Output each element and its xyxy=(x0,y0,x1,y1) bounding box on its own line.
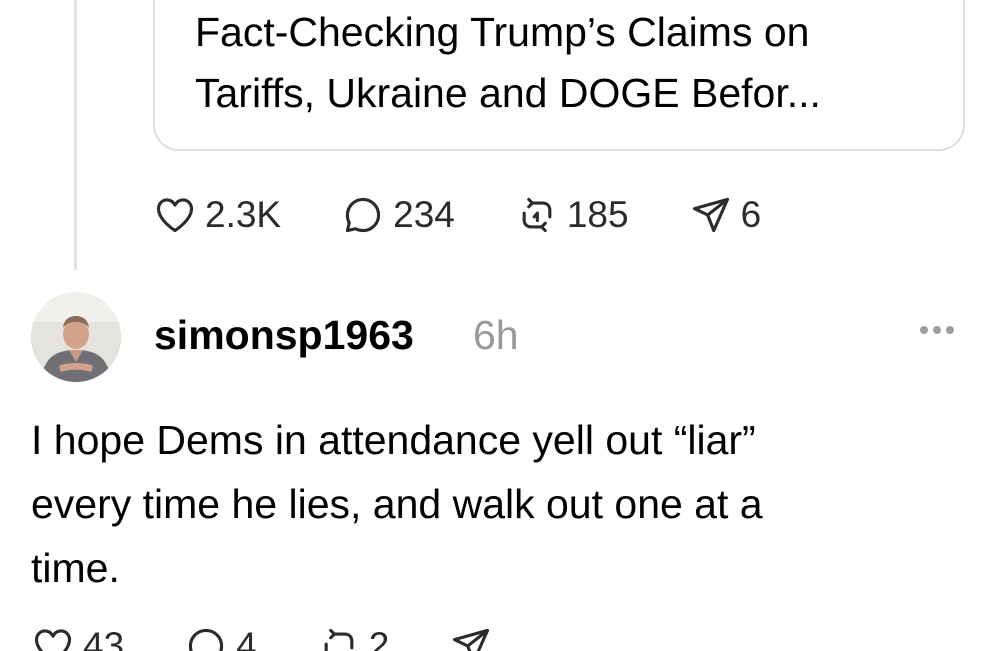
reply-button[interactable]: 4 xyxy=(184,624,257,651)
link-preview-card[interactable]: Fact-Checking Trump’s Claims on Tariffs,… xyxy=(153,0,965,151)
dot xyxy=(933,326,941,334)
post-actions: 2.3K 234 185 6 xyxy=(153,193,761,237)
ellipsis-icon[interactable] xyxy=(920,326,954,334)
username[interactable]: simonsp1963 xyxy=(154,312,414,359)
dot xyxy=(946,326,954,334)
like-count: 2.3K xyxy=(205,194,282,235)
link-preview-title: Fact-Checking Trump’s Claims on Tariffs,… xyxy=(195,2,955,124)
like-count: 43 xyxy=(83,625,125,651)
avatar-photo xyxy=(31,292,121,382)
reply-count: 234 xyxy=(393,194,455,235)
link-title-line: Tariffs, Ukraine and DOGE Befor... xyxy=(195,70,821,116)
avatar[interactable] xyxy=(31,292,121,382)
like-button[interactable]: 2.3K xyxy=(153,193,281,237)
dot xyxy=(920,326,928,334)
comment-icon xyxy=(345,197,381,233)
repost-button[interactable]: 2 xyxy=(317,624,390,651)
reply-count: 4 xyxy=(236,625,257,651)
send-icon xyxy=(692,197,729,233)
thread-connector-line xyxy=(74,0,77,270)
thread-view: Fact-Checking Trump’s Claims on Tariffs,… xyxy=(0,0,1000,651)
post-text-line: I hope Dems in attendance yell out “liar… xyxy=(31,417,756,463)
like-button[interactable]: 43 xyxy=(31,624,124,651)
comment-icon xyxy=(189,628,224,651)
send-icon xyxy=(453,628,490,651)
share-count: 6 xyxy=(740,194,762,235)
repost-count: 185 xyxy=(566,194,629,235)
repost-icon xyxy=(324,628,354,651)
repost-count: 2 xyxy=(368,625,390,651)
reply-button[interactable]: 234 xyxy=(341,193,455,237)
repost-icon xyxy=(522,197,552,233)
post-text-line: every time he lies, and walk out one at … xyxy=(31,481,763,527)
share-button[interactable]: 6 xyxy=(689,193,762,237)
post-text: I hope Dems in attendance yell out “liar… xyxy=(31,408,951,600)
repost-button[interactable]: 185 xyxy=(515,193,629,237)
post-text-line: time. xyxy=(31,545,120,591)
link-title-line: Fact-Checking Trump’s Claims on xyxy=(195,9,810,55)
heart-icon xyxy=(156,198,194,233)
post-time: 6h xyxy=(473,312,519,358)
share-button[interactable] xyxy=(449,624,493,651)
post-actions: 43 4 2 xyxy=(31,624,493,651)
heart-icon xyxy=(34,629,72,651)
